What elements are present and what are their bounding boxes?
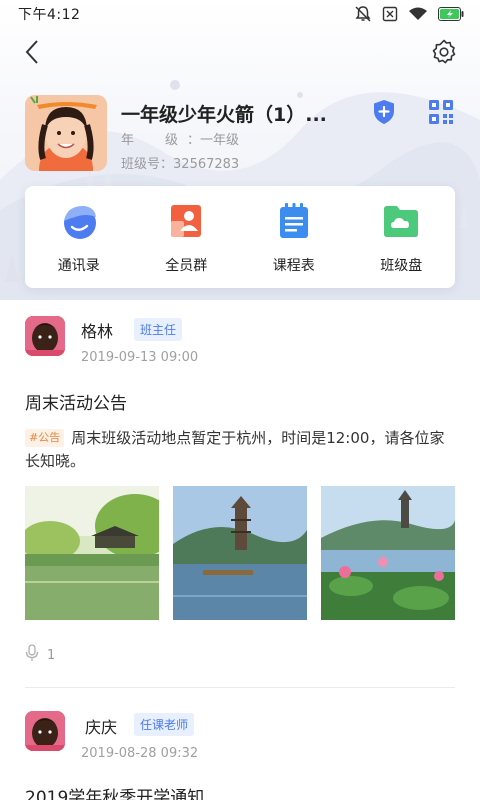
qr-code-icon: [428, 100, 454, 129]
post-body-text: 周末班级活动地点暂定于杭州，时间是12:00，请各位家长知晓。: [25, 429, 445, 470]
schedule-icon: [274, 201, 314, 241]
status-bar: 下午4:12: [0, 0, 480, 28]
menu-label: 通讯录: [57, 258, 100, 274]
post-time: 2019-09-13 09:00: [81, 350, 199, 365]
class-number: 班级号：32567283: [121, 157, 240, 172]
class-number-label: 班级号: [121, 157, 161, 172]
class-title: 一年级少年火箭（1）...: [121, 104, 327, 126]
post-divider: [25, 687, 455, 688]
voice-count: 1: [47, 647, 56, 663]
qr-code-button[interactable]: [428, 99, 454, 125]
settings-button[interactable]: [430, 38, 458, 66]
class-grade: 年 级：一年级: [121, 133, 240, 148]
menu-label: 班级盘: [380, 258, 423, 274]
announcement-tag: #公告: [25, 429, 65, 447]
photo-thumbnail[interactable]: [321, 486, 455, 620]
class-avatar[interactable]: [25, 95, 107, 171]
photo-thumbnail[interactable]: [173, 486, 307, 620]
gear-icon: [430, 39, 458, 70]
grade-value: 一年级: [200, 133, 240, 148]
contacts-icon: [59, 201, 99, 241]
group-chat-icon: [166, 201, 206, 241]
menu-cloud-folder[interactable]: 班级盘: [348, 186, 456, 288]
menu-group-chat[interactable]: 全员群: [133, 186, 241, 288]
role-badge: 班主任: [134, 318, 183, 341]
voice-row[interactable]: 1: [25, 644, 55, 666]
menu-contacts[interactable]: 通讯录: [25, 186, 133, 288]
shield-plus-icon: [372, 100, 396, 129]
grade-label: 年 级: [121, 133, 188, 148]
status-time: 下午4:12: [18, 7, 81, 23]
post-author: 庆庆: [85, 718, 118, 737]
microphone-icon: [25, 644, 39, 666]
role-badge: 任课老师: [134, 713, 195, 736]
menu-label: 全员群: [165, 258, 208, 274]
menu-schedule[interactable]: 课程表: [240, 186, 348, 288]
author-avatar[interactable]: [25, 711, 65, 751]
photo-grid: [25, 486, 455, 620]
post-title[interactable]: 2019学年秋季开学通知: [25, 783, 204, 800]
chevron-left-icon: [20, 40, 48, 70]
photo-thumbnail[interactable]: [25, 486, 159, 620]
back-button[interactable]: [20, 38, 48, 66]
cloud-folder-icon: [381, 201, 421, 241]
mute-icon: [354, 5, 372, 23]
author-avatar[interactable]: [25, 316, 65, 356]
post-author: 格林: [81, 322, 114, 341]
no-sim-icon: [382, 6, 398, 22]
quick-menu: 通讯录 全员群 课程表 班级盘: [25, 186, 455, 288]
shield-button[interactable]: [372, 99, 396, 125]
post-title[interactable]: 周末活动公告: [25, 389, 127, 414]
wifi-icon: [408, 6, 428, 22]
class-number-value: 32567283: [173, 157, 240, 172]
post-body[interactable]: #公告 周末班级活动地点暂定于杭州，时间是12:00，请各位家长知晓。: [25, 427, 455, 473]
post-time: 2019-08-28 09:32: [81, 746, 199, 761]
battery-charging-icon: [438, 7, 464, 21]
menu-label: 课程表: [272, 258, 315, 274]
